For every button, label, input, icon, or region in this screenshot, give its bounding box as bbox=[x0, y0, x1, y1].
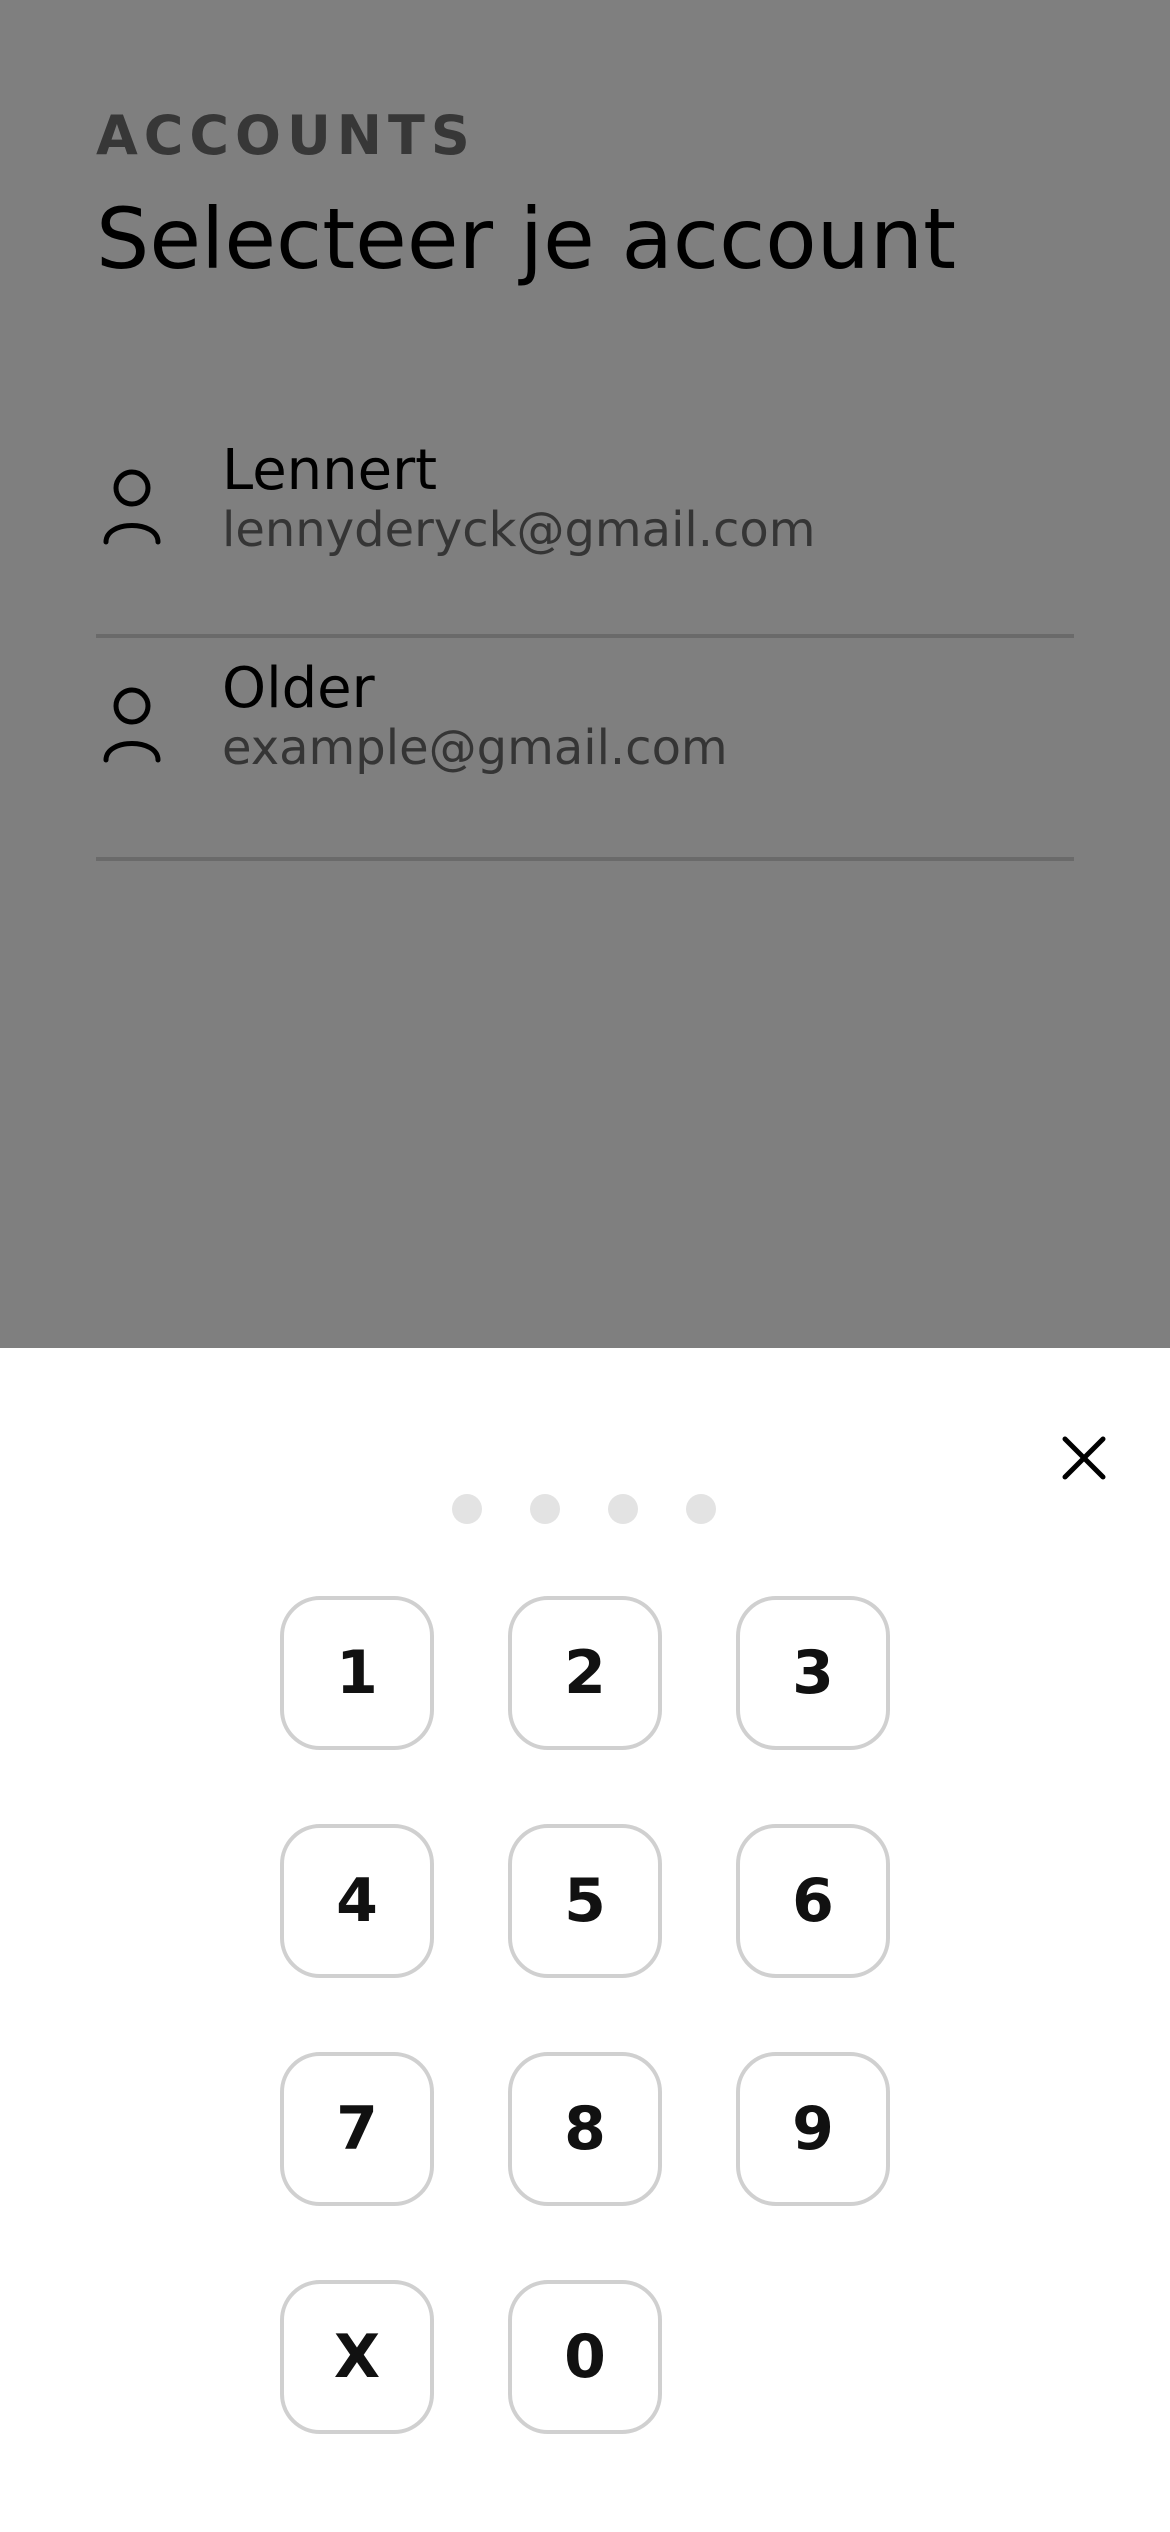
close-button[interactable] bbox=[1044, 1420, 1124, 1500]
key-1[interactable]: 1 bbox=[280, 1596, 434, 1750]
pin-sheet: 1 2 3 4 5 6 7 8 9 X 0 bbox=[0, 1348, 1170, 2532]
key-3[interactable]: 3 bbox=[736, 1596, 890, 1750]
key-5[interactable]: 5 bbox=[508, 1824, 662, 1978]
close-icon bbox=[1061, 1435, 1107, 1485]
modal-overlay[interactable] bbox=[0, 0, 1170, 1348]
pin-keypad: 1 2 3 4 5 6 7 8 9 X 0 bbox=[280, 1596, 890, 2434]
pin-dot bbox=[608, 1494, 638, 1524]
pin-dot bbox=[452, 1494, 482, 1524]
key-6[interactable]: 6 bbox=[736, 1824, 890, 1978]
pin-indicator bbox=[452, 1494, 716, 1524]
key-9[interactable]: 9 bbox=[736, 2052, 890, 2206]
key-2[interactable]: 2 bbox=[508, 1596, 662, 1750]
key-8[interactable]: 8 bbox=[508, 2052, 662, 2206]
pin-dot bbox=[530, 1494, 560, 1524]
key-clear[interactable]: X bbox=[280, 2280, 434, 2434]
key-4[interactable]: 4 bbox=[280, 1824, 434, 1978]
key-0[interactable]: 0 bbox=[508, 2280, 662, 2434]
pin-dot bbox=[686, 1494, 716, 1524]
key-7[interactable]: 7 bbox=[280, 2052, 434, 2206]
